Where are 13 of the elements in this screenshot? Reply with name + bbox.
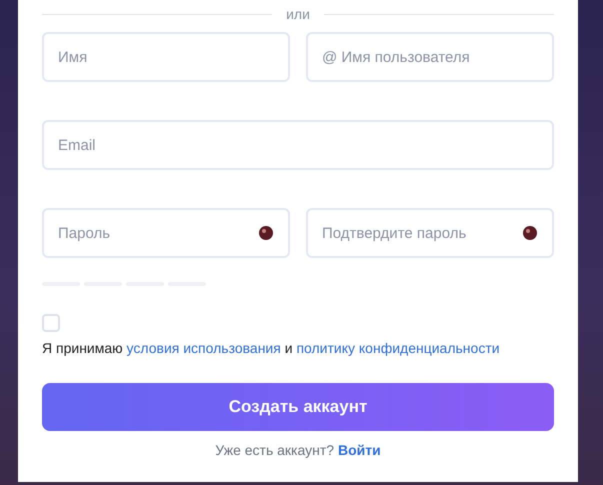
login-prompt: Уже есть аккаунт? Войти xyxy=(214,442,382,458)
password-field[interactable]: Пароль xyxy=(42,208,290,258)
terms-text: Я принимаю условия использования и политику конфиденциальности xyxy=(42,340,501,356)
divider-label: или xyxy=(286,6,310,22)
create-account-button[interactable]: Создать аккаунт xyxy=(42,383,554,431)
input-field[interactable]: @ Имя пользователя xyxy=(306,32,554,82)
checkbox[interactable] xyxy=(42,314,60,332)
password-field[interactable]: Подтвердите пароль xyxy=(306,208,554,258)
privacy-link[interactable]: политику конфиденциальности xyxy=(296,340,500,356)
input-field[interactable]: Имя xyxy=(42,32,290,82)
terms-link[interactable]: условия использования xyxy=(126,340,281,356)
login-link[interactable]: Войти xyxy=(338,442,381,458)
input-field[interactable]: Email xyxy=(42,120,554,170)
